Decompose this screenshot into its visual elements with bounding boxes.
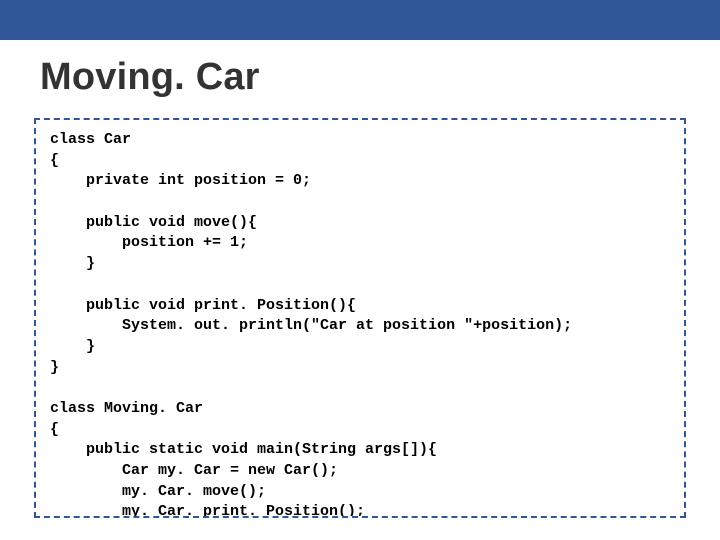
title-bar: [0, 0, 720, 40]
code-box: class Car { private int position = 0; pu…: [34, 118, 686, 518]
slide-title: Moving. Car: [40, 56, 260, 99]
code-listing: class Car { private int position = 0; pu…: [50, 130, 670, 518]
slide: Moving. Car class Car { private int posi…: [0, 0, 720, 540]
